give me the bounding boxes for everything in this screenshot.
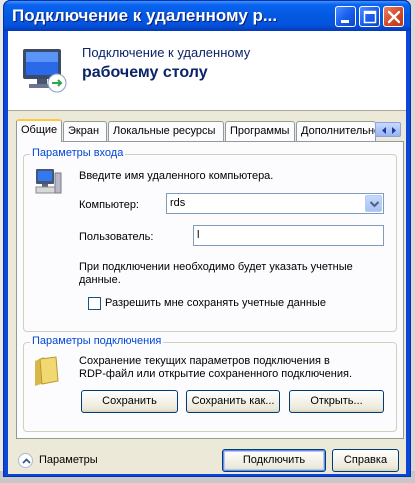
connection-desc-line2: RDP-файл или открытие сохраненного подкл… bbox=[79, 368, 352, 380]
login-settings-group: Параметры входа Введите имя удаленного к… bbox=[23, 147, 397, 332]
header-title-line2: рабочему столу bbox=[82, 64, 208, 81]
header-title-line1: Подключение к удаленному bbox=[82, 45, 251, 60]
login-group-title: Параметры входа bbox=[30, 147, 126, 159]
tab-general[interactable]: Общие bbox=[16, 119, 62, 142]
tab-advanced[interactable]: Дополнительно bbox=[296, 121, 376, 141]
chevron-down-icon[interactable] bbox=[365, 195, 382, 212]
window-title: Подключение к удаленному р... bbox=[12, 6, 278, 25]
open-button[interactable]: Открыть... bbox=[289, 390, 384, 413]
user-input[interactable]: l bbox=[193, 225, 384, 246]
tab-panel-general: Параметры входа Введите имя удаленного к… bbox=[16, 141, 404, 439]
connect-button[interactable]: Подключить bbox=[222, 449, 326, 472]
connection-settings-group: Параметры подключения Сохранение текущих… bbox=[23, 335, 397, 432]
minimize-button[interactable] bbox=[335, 6, 356, 27]
save-credentials-label[interactable]: Разрешить мне сохранять учетные данные bbox=[105, 297, 326, 309]
computer-prompt: Введите имя удаленного компьютера. bbox=[79, 170, 274, 182]
rdp-dialog-window: Подключение к удаленному р... Подключени… bbox=[3, 0, 411, 477]
tab-local-resources[interactable]: Локальные ресурсы bbox=[108, 121, 224, 141]
options-toggle-label[interactable]: Параметры bbox=[39, 454, 98, 466]
help-button[interactable]: Справка bbox=[332, 449, 399, 472]
save-button[interactable]: Сохранить bbox=[81, 390, 178, 413]
folder-icon bbox=[32, 353, 62, 390]
save-credentials-checkbox[interactable] bbox=[88, 297, 101, 310]
save-as-button[interactable]: Сохранить как... bbox=[186, 390, 280, 413]
title-bar[interactable]: Подключение к удаленному р... bbox=[4, 1, 410, 31]
remote-desktop-icon bbox=[17, 43, 73, 102]
user-value: l bbox=[197, 229, 200, 241]
tab-display[interactable]: Экран bbox=[63, 121, 107, 141]
computer-icon bbox=[33, 167, 63, 200]
connection-group-title: Параметры подключения bbox=[30, 335, 164, 347]
maximize-button[interactable] bbox=[359, 6, 380, 27]
tab-programs[interactable]: Программы bbox=[225, 121, 295, 141]
credentials-note-line2: данные. bbox=[79, 274, 121, 286]
user-label: Пользователь: bbox=[79, 231, 154, 243]
connection-desc-line1: Сохранение текущих параметров подключени… bbox=[79, 355, 330, 367]
credentials-note-line1: При подключении необходимо будет указать… bbox=[79, 261, 353, 273]
computer-label: Компьютер: bbox=[79, 199, 139, 211]
close-button[interactable] bbox=[383, 6, 404, 27]
dialog-header: Подключение к удаленному рабочему столу bbox=[8, 31, 406, 111]
computer-combobox[interactable]: rds bbox=[166, 193, 384, 214]
computer-value: rds bbox=[170, 197, 186, 209]
dialog-client-area: Подключение к удаленному рабочему столу … bbox=[8, 31, 406, 474]
chevron-up-icon[interactable] bbox=[18, 453, 33, 468]
tab-scroll-arrows[interactable] bbox=[375, 122, 401, 137]
